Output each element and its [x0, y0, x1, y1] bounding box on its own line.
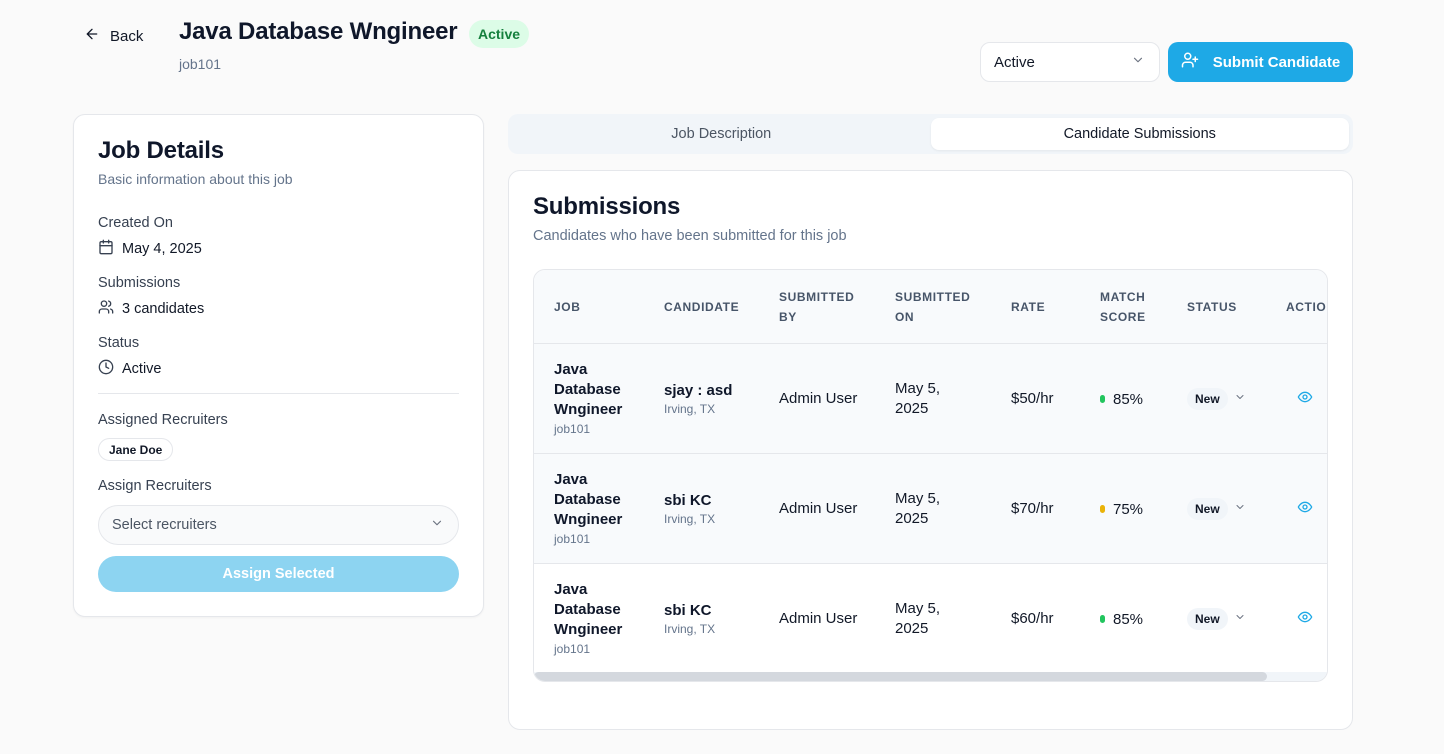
submissions-label: Submissions [98, 275, 181, 291]
match-score-indicator [1100, 505, 1105, 513]
row-candidate-location: Irving, TX [664, 512, 716, 526]
created-on-value: May 4, 2025 [98, 239, 202, 259]
status-text: Active [122, 361, 162, 377]
row-submitted-on: May 5, 2025 [895, 600, 941, 637]
row-candidate-name: sjay : asd [664, 382, 733, 399]
tab-candidate-submissions[interactable]: Candidate Submissions [930, 118, 1349, 150]
job-status-select[interactable]: Active [980, 42, 1160, 82]
row-candidate-name: sbi KC [664, 602, 712, 619]
arrow-left-icon [84, 26, 100, 46]
back-label: Back [110, 27, 144, 45]
scrollbar-thumb[interactable] [534, 672, 1267, 681]
row-match-score: 85% [1100, 611, 1143, 628]
eye-icon[interactable] [1297, 499, 1313, 520]
chevron-down-icon [1131, 53, 1145, 71]
row-candidate-location: Irving, TX [664, 622, 716, 636]
page-title: Java Database Wngineer [179, 18, 458, 45]
status-badge: Active [469, 20, 530, 48]
row-job-code: job101 [554, 532, 591, 546]
match-score-indicator [1100, 395, 1105, 403]
recruiter-select-placeholder: Select recruiters [112, 517, 217, 533]
calendar-icon [98, 239, 114, 259]
row-job-title: Java Database Wngineer [554, 471, 623, 528]
eye-icon[interactable] [1297, 609, 1313, 630]
row-match-score: 75% [1100, 501, 1143, 518]
match-score-value: 85% [1113, 390, 1144, 408]
row-status-dropdown[interactable]: New [1187, 608, 1246, 630]
row-submitted-by: Admin User [779, 390, 858, 407]
clock-icon [98, 359, 114, 379]
created-on-label: Created On [98, 215, 173, 231]
horizontal-scrollbar[interactable] [534, 672, 1327, 681]
table-row: Java Database Wngineer job101 sbi KC Irv… [534, 454, 1327, 564]
row-rate: $50/hr [1011, 390, 1054, 407]
row-submitted-by: Admin User [779, 500, 858, 517]
match-score-indicator [1100, 615, 1105, 623]
row-candidate-location: Irving, TX [664, 402, 716, 416]
assign-recruiters-label: Assign Recruiters [98, 478, 212, 494]
user-plus-icon [1181, 51, 1199, 73]
row-submitted-on: May 5, 2025 [895, 380, 941, 417]
job-code: job101 [179, 56, 222, 72]
submissions-count-text: 3 candidates [122, 301, 205, 317]
job-details-title: Job Details [98, 137, 224, 164]
column-header-actions: ACTIO [1286, 300, 1327, 314]
row-candidate-name: sbi KC [664, 492, 712, 509]
row-rate: $70/hr [1011, 500, 1054, 517]
row-job-code: job101 [554, 642, 591, 656]
chevron-down-icon [1234, 610, 1246, 628]
column-header-job: JOB [554, 300, 581, 314]
column-header-submitted-by: SUBMITTED BY [779, 290, 855, 324]
recruiter-chip: Jane Doe [98, 438, 174, 461]
row-status-badge: New [1187, 498, 1228, 520]
row-submitted-by: Admin User [779, 610, 858, 627]
match-score-value: 85% [1113, 610, 1144, 628]
submissions-subtitle: Candidates who have been submitted for t… [533, 228, 847, 244]
created-on-text: May 4, 2025 [122, 241, 202, 257]
users-icon [98, 299, 114, 319]
submissions-table: JOB CANDIDATE SUBMITTED BY SUBMITTED ON … [533, 269, 1328, 682]
row-job-title: Java Database Wngineer [554, 361, 623, 418]
column-header-candidate: CANDIDATE [664, 300, 740, 314]
submissions-card: Submissions Candidates who have been sub… [508, 170, 1353, 730]
table-row: Java Database Wngineer job101 sjay : asd… [534, 344, 1327, 454]
row-job-title: Java Database Wngineer [554, 581, 623, 638]
match-score-value: 75% [1113, 500, 1144, 518]
column-header-match-score: MATCH SCORE [1100, 290, 1146, 324]
chevron-down-icon [430, 516, 444, 534]
row-status-badge: New [1187, 608, 1228, 630]
chevron-down-icon [1234, 390, 1246, 408]
tab-list: Job Description Candidate Submissions [508, 114, 1353, 154]
job-details-card: Job Details Basic information about this… [73, 114, 484, 617]
column-header-submitted-on: SUBMITTED ON [895, 290, 971, 324]
assign-selected-button[interactable]: Assign Selected [98, 556, 459, 592]
column-header-status: STATUS [1187, 300, 1237, 314]
tab-job-description[interactable]: Job Description [512, 118, 931, 150]
table-header: JOB CANDIDATE SUBMITTED BY SUBMITTED ON … [534, 270, 1327, 344]
row-match-score: 85% [1100, 391, 1143, 408]
status-label: Status [98, 335, 140, 351]
row-rate: $60/hr [1011, 610, 1054, 627]
row-submitted-on: May 5, 2025 [895, 490, 941, 527]
row-status-dropdown[interactable]: New [1187, 498, 1246, 520]
back-button[interactable]: Back [84, 24, 143, 48]
submissions-value: 3 candidates [98, 299, 204, 319]
divider [98, 393, 459, 394]
job-details-subtitle: Basic information about this job [98, 171, 293, 187]
chevron-down-icon [1234, 500, 1246, 518]
table-row: Java Database Wngineer job101 sbi KC Irv… [534, 564, 1327, 674]
column-header-rate: RATE [1011, 300, 1046, 314]
recruiter-select[interactable]: Select recruiters [98, 505, 459, 545]
submit-candidate-button[interactable]: Submit Candidate [1168, 42, 1353, 82]
row-status-dropdown[interactable]: New [1187, 388, 1246, 410]
status-value: Active [98, 359, 162, 379]
eye-icon[interactable] [1297, 389, 1313, 410]
job-status-value: Active [994, 53, 1035, 71]
submissions-title: Submissions [533, 193, 681, 220]
submit-candidate-label: Submit Candidate [1212, 53, 1341, 71]
row-status-badge: New [1187, 388, 1228, 410]
row-job-code: job101 [554, 422, 591, 436]
assigned-recruiters-label: Assigned Recruiters [98, 412, 228, 428]
